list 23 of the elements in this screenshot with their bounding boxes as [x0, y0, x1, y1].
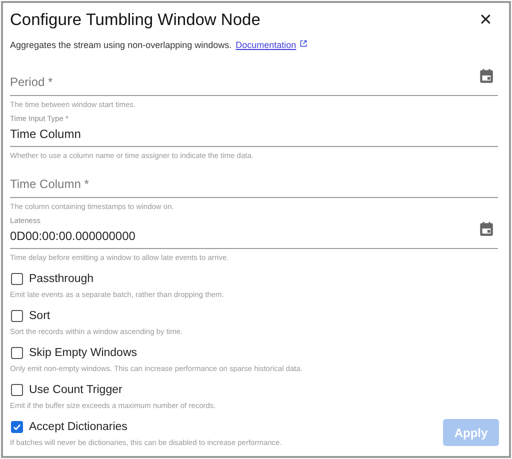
field-value: Time Column [10, 127, 81, 141]
checkbox-label: Use Count Trigger [29, 384, 122, 396]
checkbox[interactable] [11, 384, 23, 396]
checkbox-label: Sort [29, 310, 50, 322]
field-value: 0D00:00:00.000000000 [10, 229, 136, 243]
field-placeholder: Time Column * [10, 177, 89, 192]
calendar-icon[interactable] [479, 221, 494, 236]
dialog-title: Configure Tumbling Window Node [10, 10, 260, 30]
input-field[interactable]: Time Column * [10, 166, 498, 198]
checkbox[interactable] [11, 310, 23, 322]
external-link-icon [300, 40, 308, 47]
checkbox-label: Passthrough [29, 273, 94, 285]
checkbox-label: Accept Dictionaries [29, 421, 128, 433]
checkbox-label: Skip Empty Windows [29, 347, 138, 359]
checkbox[interactable] [11, 273, 23, 285]
field-placeholder: Period * [10, 75, 53, 90]
input-field[interactable]: Period * [10, 66, 498, 96]
checkbox[interactable] [11, 421, 23, 433]
calendar-icon[interactable] [479, 68, 494, 83]
close-button[interactable]: ✕ [473, 10, 498, 30]
checkbox[interactable] [11, 347, 23, 359]
documentation-link[interactable]: Documentation [236, 40, 296, 50]
dialog-description: Aggregates the stream using non-overlapping windows. [10, 40, 232, 50]
